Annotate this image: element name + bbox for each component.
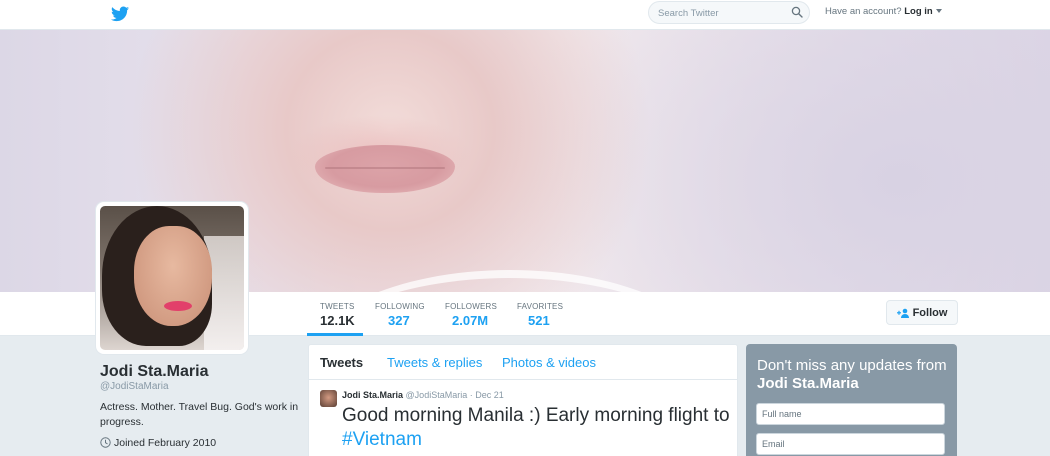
stat-value: 327 bbox=[388, 313, 410, 328]
stat-tweets[interactable]: TWEETS 12.1K bbox=[320, 302, 355, 328]
tweet-text: Good morning Manila :) Early morning fli… bbox=[342, 404, 732, 452]
calendar-icon bbox=[100, 437, 111, 448]
stat-value: 2.07M bbox=[452, 313, 489, 328]
login-link[interactable]: Log in bbox=[904, 6, 942, 17]
profile-joined: Joined February 2010 bbox=[100, 437, 216, 449]
account-prompt-text: Have an account? bbox=[825, 6, 902, 17]
search-input[interactable] bbox=[658, 6, 778, 20]
stat-label: FAVORITES bbox=[517, 302, 564, 311]
stat-following[interactable]: FOLLOWING 327 bbox=[375, 302, 425, 328]
top-nav: Have an account? Log in bbox=[0, 0, 1050, 30]
stat-value: 521 bbox=[528, 313, 550, 328]
signup-card: Don't miss any updates from Jodi Sta.Mar… bbox=[746, 344, 957, 456]
signup-title-name: Jodi Sta.Maria bbox=[757, 375, 859, 392]
signup-title: Don't miss any updates from Jodi Sta.Mar… bbox=[757, 357, 952, 393]
profile-bio: Actress. Mother. Travel Bug. God's work … bbox=[100, 401, 299, 428]
stat-label: FOLLOWING bbox=[375, 302, 425, 311]
twitter-bird-icon[interactable] bbox=[111, 6, 129, 22]
active-stat-underline bbox=[307, 333, 363, 336]
banner-photo-neckline bbox=[300, 270, 720, 292]
tweet-meta[interactable]: @JodiStaMaria · Dec 21 bbox=[406, 390, 504, 400]
stat-label: TWEETS bbox=[320, 302, 355, 311]
tab-tweets[interactable]: Tweets bbox=[320, 355, 363, 370]
tab-tweets-replies[interactable]: Tweets & replies bbox=[387, 355, 482, 370]
account-prompt: Have an account? Log in bbox=[825, 6, 942, 17]
profile-name[interactable]: Jodi Sta.Maria bbox=[100, 363, 208, 381]
login-label: Log in bbox=[904, 6, 933, 17]
tweet-body: Good morning Manila :) Early morning fli… bbox=[342, 405, 730, 426]
timeline: Tweets Tweets & replies Photos & videos … bbox=[308, 344, 738, 456]
search-icon[interactable] bbox=[791, 6, 803, 18]
banner-photo-lips bbox=[315, 145, 455, 193]
follow-button[interactable]: Follow bbox=[886, 300, 958, 325]
stat-label: FOLLOWERS bbox=[445, 302, 498, 311]
email-field[interactable] bbox=[756, 433, 945, 455]
stat-favorites[interactable]: FAVORITES 521 bbox=[517, 302, 563, 328]
avatar-photo bbox=[100, 206, 244, 350]
add-user-icon bbox=[896, 308, 909, 318]
tweet-header: Jodi Sta.Maria @JodiStaMaria · Dec 21 bbox=[342, 390, 504, 400]
tweet-author[interactable]: Jodi Sta.Maria bbox=[342, 390, 403, 400]
follow-label: Follow bbox=[912, 306, 948, 319]
avatar-photo-lips bbox=[164, 301, 192, 311]
timeline-tabs: Tweets Tweets & replies Photos & videos bbox=[309, 345, 737, 380]
avatar-photo-face bbox=[134, 226, 212, 326]
chevron-down-icon bbox=[935, 9, 942, 14]
avatar[interactable] bbox=[96, 202, 248, 354]
tab-photos-videos[interactable]: Photos & videos bbox=[502, 355, 596, 370]
profile-handle[interactable]: @JodiStaMaria bbox=[100, 381, 169, 392]
stat-value: 12.1K bbox=[320, 313, 355, 328]
joined-text: Joined February 2010 bbox=[114, 437, 217, 449]
stat-followers[interactable]: FOLLOWERS 2.07M bbox=[445, 302, 497, 328]
search-box bbox=[648, 1, 810, 24]
signup-title-prefix: Don't miss any updates from bbox=[757, 357, 947, 374]
tweet-hashtag[interactable]: #Vietnam bbox=[342, 429, 422, 450]
fullname-field[interactable] bbox=[756, 403, 945, 425]
tweet-avatar[interactable] bbox=[320, 390, 337, 407]
